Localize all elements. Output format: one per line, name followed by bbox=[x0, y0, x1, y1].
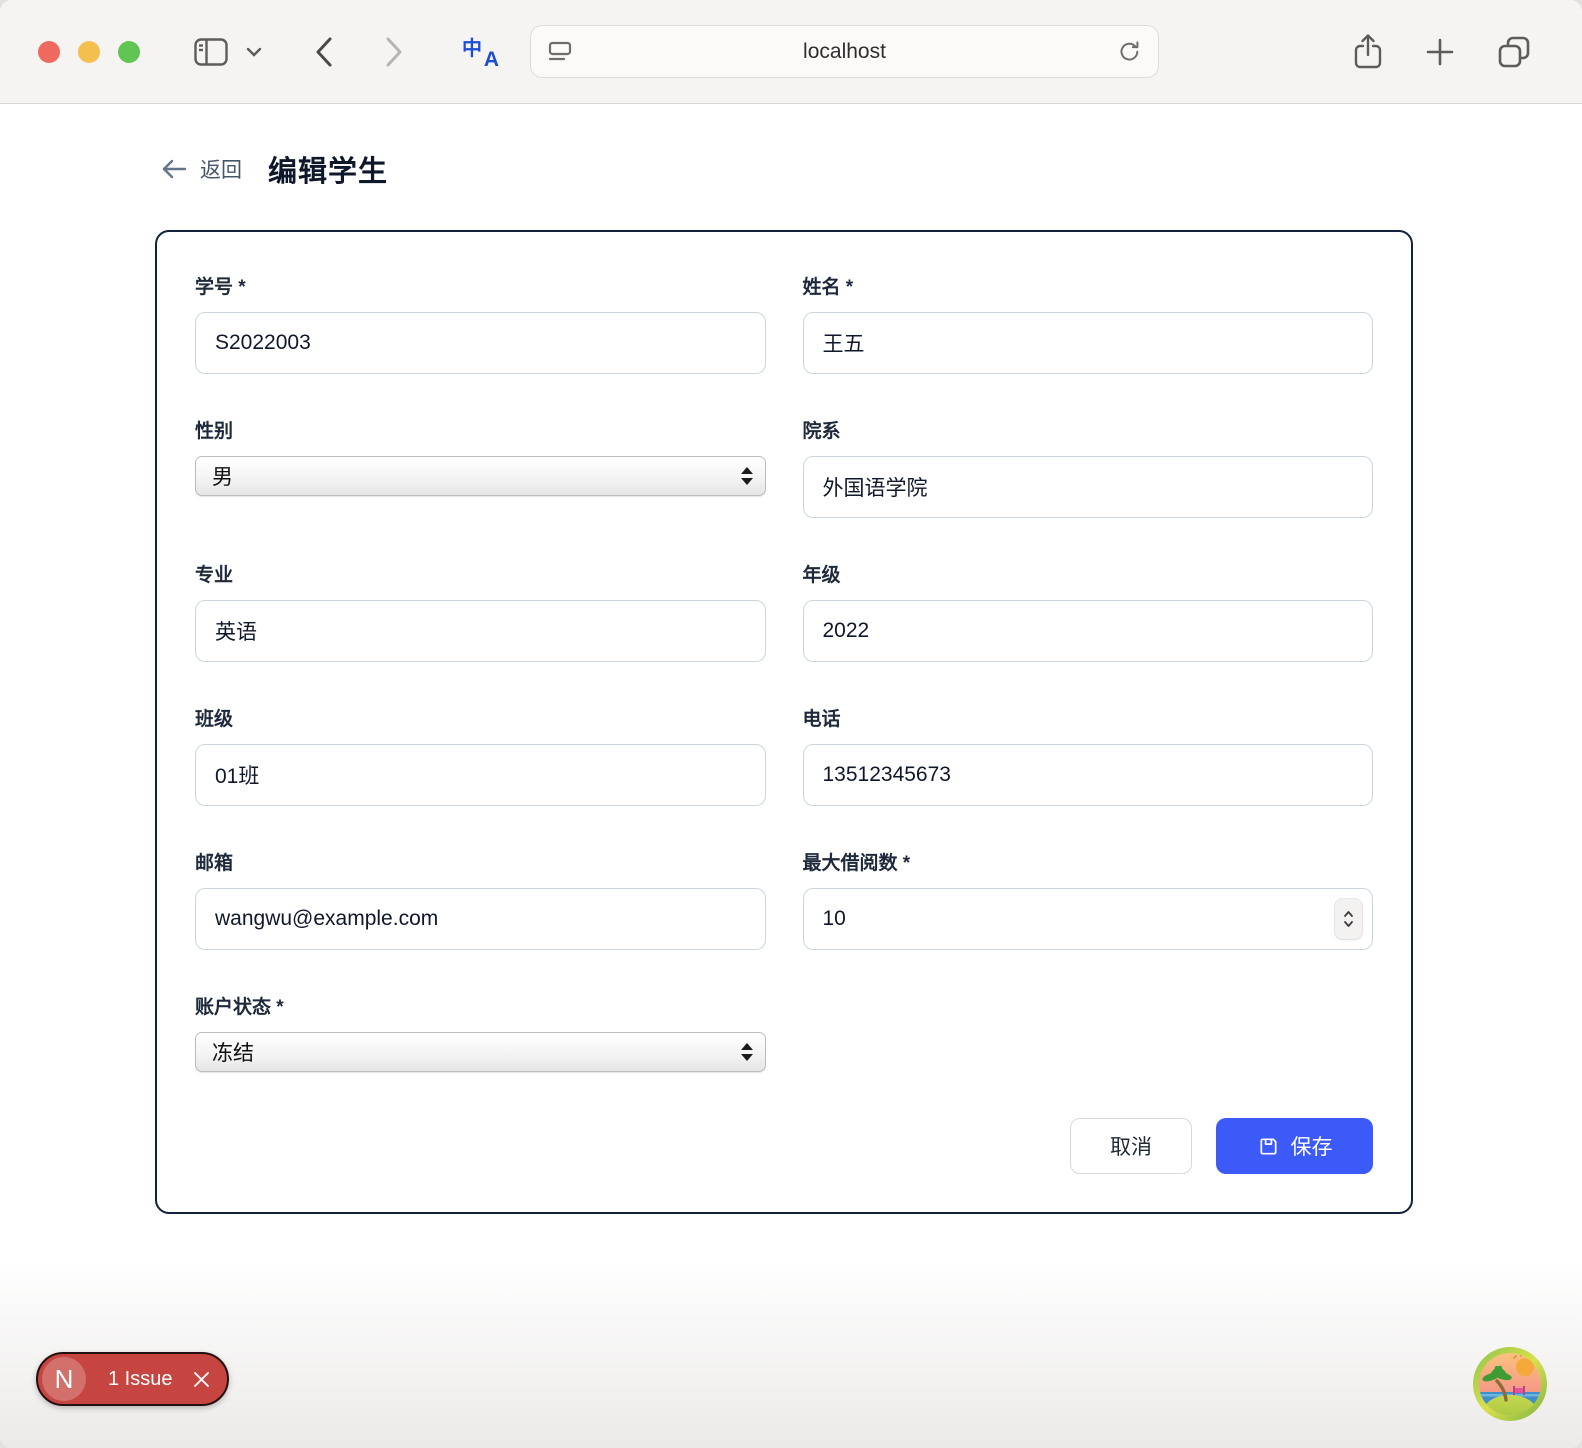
zoom-window-button[interactable] bbox=[118, 41, 140, 63]
max-borrow-label: 最大借阅数 * bbox=[803, 848, 1374, 875]
address-bar[interactable]: localhost bbox=[530, 25, 1159, 78]
url-text: localhost bbox=[803, 40, 886, 64]
share-icon[interactable] bbox=[1352, 33, 1384, 71]
tab-overview-icon[interactable] bbox=[1496, 34, 1532, 70]
page-header: 返回 编辑学生 bbox=[0, 104, 1582, 190]
back-button[interactable] bbox=[314, 36, 334, 68]
back-arrow-icon[interactable] bbox=[160, 157, 188, 181]
max-borrow-input[interactable] bbox=[803, 888, 1374, 950]
back-link[interactable]: 返回 bbox=[200, 154, 242, 184]
save-button[interactable]: 保存 bbox=[1216, 1118, 1373, 1174]
nextjs-logo-icon: N bbox=[42, 1357, 86, 1401]
student-name-label: 姓名 * bbox=[803, 272, 1374, 299]
department-label: 院系 bbox=[803, 416, 1374, 443]
reload-icon[interactable] bbox=[1117, 39, 1142, 64]
chevron-down-icon[interactable] bbox=[246, 47, 262, 57]
browser-toolbar: 中 A localhost bbox=[0, 0, 1582, 104]
field-student-name: 姓名 * bbox=[803, 272, 1374, 374]
page-settings-icon[interactable] bbox=[547, 39, 573, 65]
field-major: 专业 bbox=[195, 560, 766, 662]
email-input[interactable] bbox=[195, 888, 766, 950]
field-department: 院系 bbox=[803, 416, 1374, 518]
minimize-window-button[interactable] bbox=[78, 41, 100, 63]
close-icon[interactable] bbox=[192, 1370, 211, 1389]
field-student-id: 学号 * bbox=[195, 272, 766, 374]
edit-student-form-card: 学号 * 姓名 * 性别男 院系专业 年级班级 电话邮箱 最大借阅数 * 账户状态 * 冻结 取… bbox=[155, 230, 1413, 1214]
close-window-button[interactable] bbox=[38, 41, 60, 63]
phone-input[interactable] bbox=[803, 744, 1374, 806]
account-status-label: 账户状态 * bbox=[195, 992, 766, 1019]
translate-icon[interactable]: 中 A bbox=[460, 32, 500, 72]
field-grade: 年级 bbox=[803, 560, 1374, 662]
field-max-borrow: 最大借阅数 * bbox=[803, 848, 1374, 950]
form-grid: 学号 * 姓名 * 性别男 院系专业 年级班级 电话邮箱 最大借阅数 * 账户状态 * 冻结 bbox=[195, 272, 1373, 1072]
gender-label: 性别 bbox=[195, 416, 766, 443]
cancel-button[interactable]: 取消 bbox=[1070, 1118, 1192, 1174]
new-tab-icon[interactable] bbox=[1424, 36, 1456, 68]
gender-selected-value: 男 bbox=[212, 461, 233, 491]
field-account-status: 账户状态 * 冻结 bbox=[195, 992, 766, 1072]
student-id-input[interactable] bbox=[195, 312, 766, 374]
sidebar-toggle-icon[interactable] bbox=[194, 38, 228, 66]
save-button-label: 保存 bbox=[1291, 1131, 1333, 1161]
page-content: 返回 编辑学生 学号 * 姓名 * 性别男 院系专业 年级班级 电话邮箱 最大借阅数 * 账户… bbox=[0, 104, 1582, 1448]
field-phone: 电话 bbox=[803, 704, 1374, 806]
field-gender: 性别男 bbox=[195, 416, 766, 518]
max-borrow-stepper[interactable] bbox=[1335, 899, 1362, 939]
browser-window: 中 A localhost bbox=[0, 0, 1582, 1448]
page-title: 编辑学生 bbox=[268, 148, 388, 190]
major-label: 专业 bbox=[195, 560, 766, 587]
island-badge-icon[interactable] bbox=[1472, 1346, 1548, 1422]
student-name-input[interactable] bbox=[803, 312, 1374, 374]
save-icon bbox=[1257, 1135, 1280, 1158]
forward-button[interactable] bbox=[384, 36, 404, 68]
student-id-label: 学号 * bbox=[195, 272, 766, 299]
form-actions: 取消 保存 bbox=[195, 1118, 1373, 1174]
account-status-selected-value: 冻结 bbox=[212, 1037, 254, 1067]
field-class: 班级 bbox=[195, 704, 766, 806]
major-input[interactable] bbox=[195, 600, 766, 662]
grade-label: 年级 bbox=[803, 560, 1374, 587]
issue-count-label: 1 Issue bbox=[108, 1368, 172, 1391]
grade-input[interactable] bbox=[803, 600, 1374, 662]
class-label: 班级 bbox=[195, 704, 766, 731]
account-status-select[interactable]: 冻结 bbox=[195, 1032, 766, 1072]
phone-label: 电话 bbox=[803, 704, 1374, 731]
select-updown-arrows-icon bbox=[741, 1043, 753, 1061]
dev-issues-badge[interactable]: N 1 Issue bbox=[36, 1352, 229, 1406]
department-input[interactable] bbox=[803, 456, 1374, 518]
class-input[interactable] bbox=[195, 744, 766, 806]
email-label: 邮箱 bbox=[195, 848, 766, 875]
field-email: 邮箱 bbox=[195, 848, 766, 950]
window-controls bbox=[38, 41, 140, 63]
select-updown-arrows-icon bbox=[741, 467, 753, 485]
gender-select[interactable]: 男 bbox=[195, 456, 766, 496]
